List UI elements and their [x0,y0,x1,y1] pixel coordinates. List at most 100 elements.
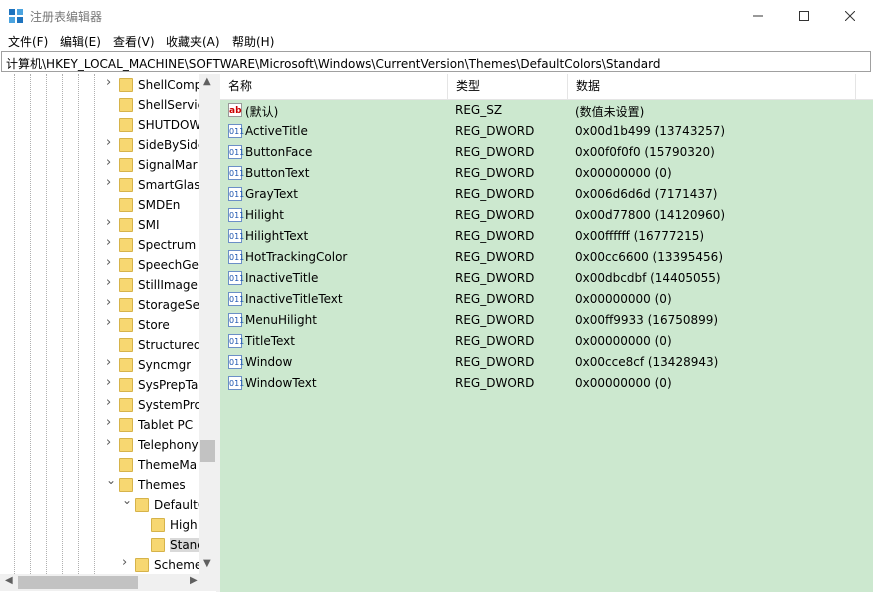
chevron-down-icon[interactable]: ⌄ [106,473,116,487]
scroll-thumb-horizontal[interactable] [18,576,138,589]
value-row[interactable]: 011 MenuHilight REG_DWORD 0x00ff9933 (16750… [220,310,873,331]
tree-item-label: SpeechGe [138,258,199,272]
chevron-right-icon[interactable]: › [106,235,111,250]
tree-item[interactable]: › StorageSe [0,295,200,315]
value-row[interactable]: 011 ButtonFace REG_DWORD 0x00f0f0f0 (157903… [220,142,873,163]
scroll-thumb[interactable] [200,440,215,462]
folder-icon [119,338,133,352]
value-type: REG_DWORD [455,271,535,285]
chevron-right-icon[interactable]: › [106,435,111,450]
tree-item[interactable]: ⌄ DefaultC [0,493,200,515]
chevron-right-icon[interactable]: › [122,555,127,570]
value-row[interactable]: 011 InactiveTitleText REG_DWORD 0x00000000 … [220,289,873,310]
value-type: REG_DWORD [455,334,535,348]
tree-item[interactable]: › Syncmgr [0,355,200,375]
tree-item-label: Stanc [170,538,199,552]
address-bar[interactable]: 计算机\HKEY_LOCAL_MACHINE\SOFTWARE\Microsof… [1,51,871,72]
tree-item[interactable]: › SysPrepTa [0,375,200,395]
value-data: 0x00dbcdbf (14405055) [575,271,721,285]
tree-item[interactable]: › ShellComp [0,75,200,95]
scroll-left-icon[interactable]: ◀ [5,575,13,586]
chevron-down-icon[interactable]: ⌄ [122,493,132,507]
tree-item[interactable]: › SmartGlas [0,175,200,195]
value-row[interactable]: 011 ActiveTitle REG_DWORD 0x00d1b499 (13743… [220,121,873,142]
value-row[interactable]: 011 InactiveTitle REG_DWORD 0x00dbcdbf (144… [220,268,873,289]
tree-item[interactable]: › SpeechGe [0,255,200,275]
chevron-right-icon[interactable]: › [106,155,111,170]
tree-item[interactable]: › Tablet PC [0,415,200,435]
tree-item[interactable]: ShellServic [0,95,200,115]
maximize-button[interactable] [781,0,827,31]
tree-item[interactable]: › SystemPro [0,395,200,415]
value-type: REG_DWORD [455,124,535,138]
chevron-right-icon[interactable]: › [106,295,111,310]
chevron-right-icon[interactable]: › [106,75,111,90]
close-button[interactable] [827,0,873,31]
tree-item[interactable]: SHUTDOW [0,115,200,135]
binary-value-icon: 011 [228,313,244,327]
chevron-right-icon[interactable]: › [106,275,111,290]
tree-item[interactable]: › Scheme [0,555,200,575]
chevron-right-icon[interactable]: › [106,415,111,430]
value-row[interactable]: 011 HotTrackingColor REG_DWORD 0x00cc6600 (… [220,247,873,268]
folder-icon [119,458,133,472]
tree-item[interactable]: › Spectrum [0,235,200,255]
value-name: HotTrackingColor [245,250,348,264]
chevron-right-icon[interactable]: › [106,315,111,330]
value-row[interactable]: 011 Hilight REG_DWORD 0x00d77800 (14120960) [220,205,873,226]
menu-help[interactable]: 帮助(H) [232,33,274,50]
chevron-right-icon[interactable]: › [106,255,111,270]
chevron-right-icon[interactable]: › [106,135,111,150]
tree-vertical-scrollbar[interactable]: ▲ ▼ [199,74,216,574]
tree-item[interactable]: High [0,515,200,535]
value-row[interactable]: 011 TitleText REG_DWORD 0x00000000 (0) [220,331,873,352]
value-row[interactable]: 011 ButtonText REG_DWORD 0x00000000 (0) [220,163,873,184]
tree-item[interactable]: › Telephony [0,435,200,455]
folder-open-icon [119,478,133,492]
value-data: 0x00000000 (0) [575,376,672,390]
chevron-right-icon[interactable]: › [106,175,111,190]
value-row[interactable]: 011 Window REG_DWORD 0x00cce8cf (13428943) [220,352,873,373]
tree-item[interactable]: Structured [0,335,200,355]
value-row[interactable]: 011 HilightText REG_DWORD 0x00ffffff (16777… [220,226,873,247]
folder-icon [135,558,149,572]
tree-item-label: Tablet PC [138,418,194,432]
menu-view[interactable]: 查看(V) [113,33,155,50]
tree-item-label: SysPrepTa [138,378,199,392]
value-row[interactable]: 011 WindowText REG_DWORD 0x00000000 (0) [220,373,873,394]
scroll-right-icon[interactable]: ▶ [190,575,198,586]
value-row[interactable]: ab (默认) REG_SZ (数值未设置) [220,100,873,121]
binary-value-icon: 011 [228,208,244,222]
tree-item[interactable]: ThemeMa [0,455,200,475]
folder-icon [119,418,133,432]
minimize-button[interactable] [735,0,781,31]
value-row[interactable]: 011 GrayText REG_DWORD 0x006d6d6d (7171437) [220,184,873,205]
menu-favorites[interactable]: 收藏夹(A) [166,33,220,50]
menu-file[interactable]: 文件(F) [8,33,48,50]
chevron-right-icon[interactable]: › [106,215,111,230]
tree-item[interactable]: › SignalMar [0,155,200,175]
tree-item[interactable]: Stanc [0,535,200,555]
folder-icon [119,178,133,192]
menu-edit[interactable]: 编辑(E) [60,33,101,50]
tree-item[interactable]: › SideBySide [0,135,200,155]
value-name: MenuHilight [245,313,317,327]
value-data: 0x00000000 (0) [575,166,672,180]
chevron-right-icon[interactable]: › [106,375,111,390]
folder-icon [119,398,133,412]
chevron-right-icon[interactable]: › [106,395,111,410]
scroll-down-icon[interactable]: ▼ [203,558,211,569]
tree-item[interactable]: › Store [0,315,200,335]
chevron-right-icon[interactable]: › [106,355,111,370]
tree-item[interactable]: SMDEn [0,195,200,215]
tree-item[interactable]: › SMI [0,215,200,235]
value-type: REG_DWORD [455,250,535,264]
column-data-header[interactable]: 数据 [568,74,856,99]
tree-item[interactable]: › StillImage [0,275,200,295]
tree-horizontal-scrollbar[interactable]: ◀ ▶ [0,574,216,591]
column-name-header[interactable]: 名称 [220,74,448,99]
value-data: 0x00ffffff (16777215) [575,229,705,243]
column-type-header[interactable]: 类型 [448,74,568,99]
scroll-up-icon[interactable]: ▲ [203,76,211,87]
tree-item[interactable]: ⌄ Themes [0,473,200,495]
